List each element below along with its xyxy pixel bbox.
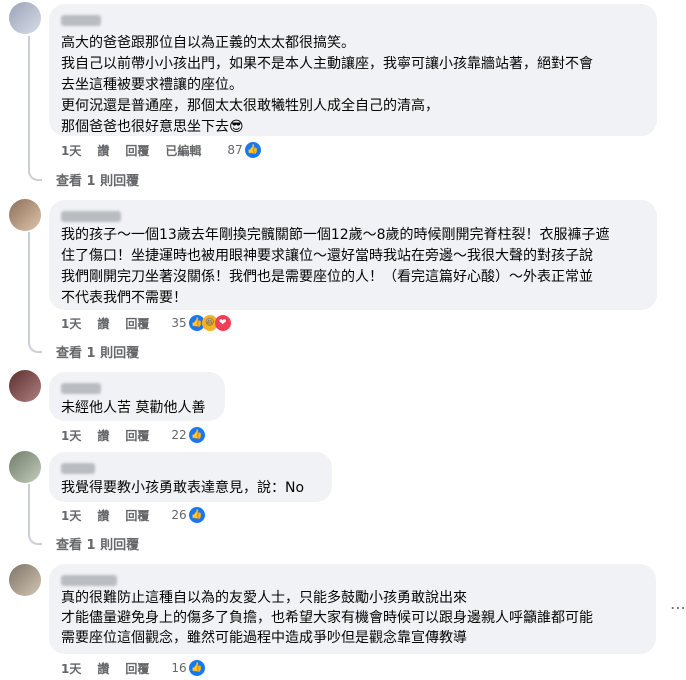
comment-actions: 1天 讚 回覆 26 👍 — [61, 507, 205, 523]
like-button[interactable]: 讚 — [97, 142, 109, 159]
reaction-count[interactable]: 22 — [171, 428, 186, 442]
reaction-count[interactable]: 35 — [171, 316, 186, 330]
comment-bubble: 我的孩子～一個13歲去年剛換完髖關節一個12歲～8歲的時候剛開完脊柱裂！衣服褲子… — [49, 200, 657, 310]
avatar[interactable] — [9, 2, 41, 34]
like-icon: 👍 — [188, 427, 205, 443]
like-button[interactable]: 讚 — [97, 427, 109, 444]
comment-actions: 1天 讚 回覆 35 👍 😆 ❤ — [61, 315, 231, 331]
reply-button[interactable]: 回覆 — [125, 427, 149, 444]
like-button[interactable]: 讚 — [97, 315, 109, 332]
edited-label: 已編輯 — [165, 143, 202, 158]
view-replies-link[interactable]: 查看 1 則回覆 — [56, 534, 139, 553]
timestamp[interactable]: 1天 — [61, 315, 81, 332]
author-name-redacted[interactable] — [61, 211, 121, 222]
thread-line — [28, 232, 42, 353]
comment-bubble: 高大的爸爸跟那位自以為正義的太太都很搞笑。 我自己以前帶小小孩出門，如果不是本人… — [49, 4, 657, 136]
comment-bubble: 未經他人苦 莫勸他人善 — [49, 372, 225, 421]
comment-bubble: 我覺得要教小孩勇敢表達意見，說：No — [49, 452, 332, 502]
timestamp[interactable]: 1天 — [61, 660, 81, 677]
comment-text: 真的很難防止這種自以為的友愛人士，只能多鼓勵小孩勇敢說出來 才能儘量避免身上的傷… — [61, 590, 593, 646]
more-options-icon[interactable]: ⋯ — [670, 598, 686, 618]
reaction-count[interactable]: 16 — [171, 661, 186, 675]
author-name-redacted[interactable] — [61, 15, 101, 26]
reaction-count[interactable]: 87 — [227, 143, 242, 157]
comment-text: 我覺得要教小孩勇敢表達意見，說：No — [61, 480, 305, 496]
view-replies-link[interactable]: 查看 1 則回覆 — [56, 170, 139, 189]
reply-button[interactable]: 回覆 — [125, 142, 149, 159]
reaction-count[interactable]: 26 — [171, 508, 186, 522]
author-name-redacted[interactable] — [61, 383, 101, 394]
comment-text: 未經他人苦 莫勸他人善 — [61, 400, 206, 416]
like-icon: 👍 — [188, 660, 205, 676]
comment-text: 高大的爸爸跟那位自以為正義的太太都很搞笑。 我自己以前帶小小孩出門，如果不是本人… — [61, 35, 593, 135]
timestamp[interactable]: 1天 — [61, 427, 81, 444]
avatar[interactable] — [9, 564, 41, 596]
like-button[interactable]: 讚 — [97, 660, 109, 677]
avatar[interactable] — [9, 451, 41, 483]
reply-button[interactable]: 回覆 — [125, 315, 149, 332]
timestamp[interactable]: 1天 — [61, 507, 81, 524]
like-button[interactable]: 讚 — [97, 507, 109, 524]
comment-actions: 1天 讚 回覆 16 👍 — [61, 660, 205, 676]
timestamp[interactable]: 1天 — [61, 142, 81, 159]
view-replies-link[interactable]: 查看 1 則回覆 — [56, 342, 139, 361]
love-icon: ❤ — [214, 315, 231, 331]
avatar[interactable] — [9, 199, 41, 231]
like-icon: 👍 — [188, 507, 205, 523]
reply-button[interactable]: 回覆 — [125, 660, 149, 677]
like-icon: 👍 — [244, 142, 261, 158]
author-name-redacted[interactable] — [61, 575, 117, 586]
reply-button[interactable]: 回覆 — [125, 507, 149, 524]
comment-bubble: 真的很難防止這種自以為的友愛人士，只能多鼓勵小孩勇敢說出來 才能儘量避免身上的傷… — [49, 564, 656, 654]
comment-text: 我的孩子～一個13歲去年剛換完髖關節一個12歲～8歲的時候剛開完脊柱裂！衣服褲子… — [61, 227, 610, 306]
author-name-redacted[interactable] — [61, 463, 95, 474]
comment-actions: 1天 讚 回覆 已編輯 87 👍 — [61, 142, 261, 158]
thread-line — [28, 36, 42, 181]
comment-actions: 1天 讚 回覆 22 👍 — [61, 427, 205, 443]
avatar[interactable] — [9, 370, 41, 402]
thread-line — [28, 484, 42, 545]
